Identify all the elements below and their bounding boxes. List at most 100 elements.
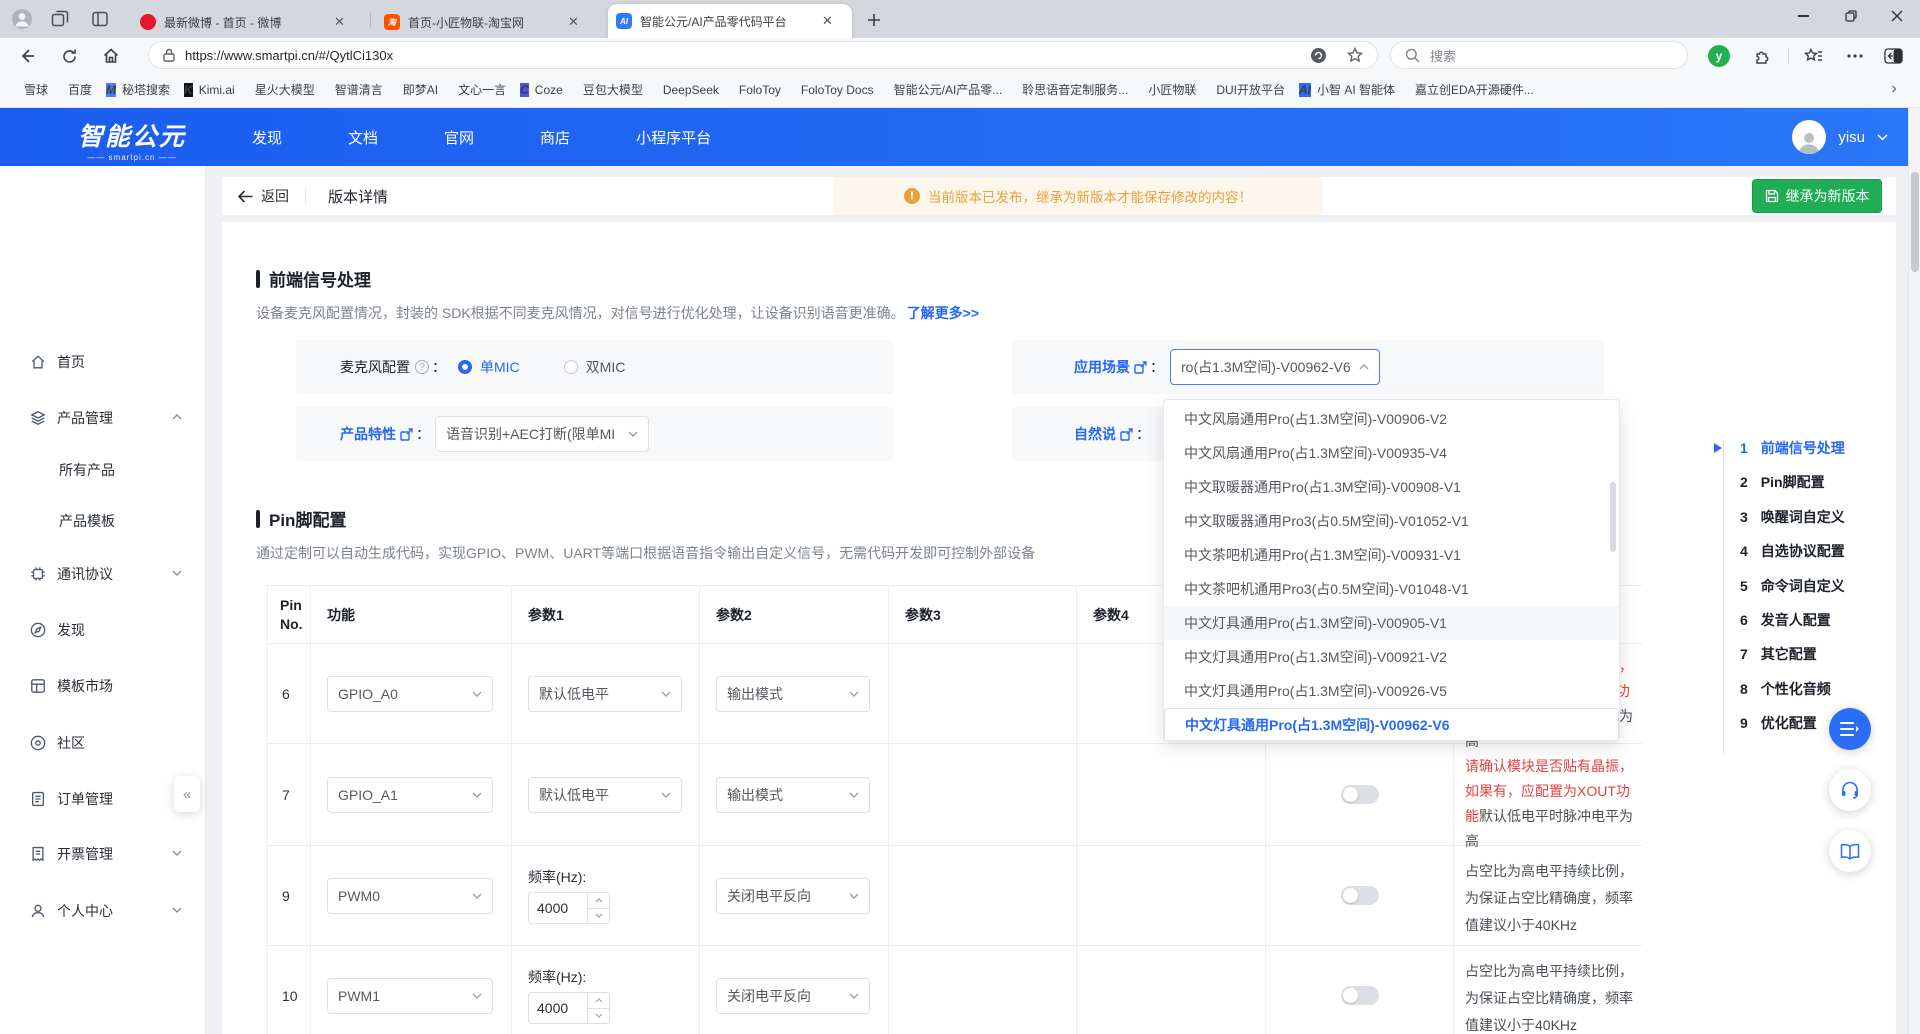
anchor-item-wakeword[interactable]: 3唤醒词自定义 (1740, 507, 1845, 527)
sidebar-item-community[interactable]: 社区 (0, 731, 206, 755)
bookmark-item[interactable]: 豆包大模型 (577, 81, 643, 98)
sidebar-item-protocols[interactable]: 通讯协议 (0, 562, 206, 586)
sidebar-item-product-mgmt[interactable]: 产品管理 (0, 406, 206, 430)
inherit-new-version-button[interactable]: 继承为新版本 (1752, 179, 1882, 213)
bookmark-item[interactable]: 雪球 (18, 81, 48, 98)
url-text[interactable]: https://www.smartpi.cn/#/QytlCi130x (185, 48, 1310, 63)
bookmark-item[interactable]: 嘉立创EDA开源硬件... (1409, 81, 1534, 98)
feature-label[interactable]: 产品特性 (340, 424, 396, 444)
anchor-item-voice[interactable]: 6发音人配置 (1740, 610, 1831, 630)
param2-select[interactable]: 输出模式 (716, 777, 870, 813)
bookmark-item[interactable]: 文心一言 (452, 81, 506, 98)
param1-select[interactable]: 默认低电平 (528, 676, 682, 712)
func-select[interactable]: PWM0 (327, 878, 493, 914)
sidebar-item-account[interactable]: 个人中心 (0, 899, 206, 923)
radio-dual-mic[interactable] (564, 360, 578, 374)
bookmark-item[interactable]: CCoze (520, 83, 563, 97)
scrollbar-thumb[interactable] (1911, 172, 1919, 272)
param2-select[interactable]: 关闭电平反向 (716, 978, 870, 1014)
bookmark-item[interactable]: KKimi.ai (184, 83, 235, 97)
tab-close-icon[interactable]: ✕ (334, 14, 345, 30)
natural-speech-label[interactable]: 自然说 (1074, 424, 1116, 444)
func-select[interactable]: GPIO_A1 (327, 777, 493, 813)
bookmarks-overflow-icon[interactable]: › (1882, 74, 1906, 104)
radio-single-mic[interactable] (458, 360, 472, 374)
bookmark-item[interactable]: 小匠物联 (1142, 81, 1196, 98)
nav-item-website[interactable]: 官网 (444, 127, 474, 148)
step-down-icon[interactable] (588, 1009, 609, 1024)
scene-label[interactable]: 应用场景 (1074, 357, 1130, 377)
tab-close-icon[interactable]: ✕ (822, 13, 833, 29)
home-icon[interactable] (98, 43, 124, 69)
step-up-icon[interactable] (588, 993, 609, 1009)
docs-fab-button[interactable] (1829, 830, 1871, 872)
bookmark-item[interactable]: 星火大模型 (249, 81, 315, 98)
window-close-button[interactable] (1874, 0, 1920, 32)
browser-tab-taobao[interactable]: 淘 首页-小匠物联-淘宝网 ✕ (376, 6, 602, 38)
anchor-item-audio[interactable]: 8个性化音频 (1740, 679, 1831, 699)
sidebar-item-product-templates[interactable]: 产品模板 (0, 509, 206, 533)
window-minimize-button[interactable] (1780, 0, 1826, 32)
copilot-sidebar-icon[interactable] (1880, 43, 1906, 69)
browser-profile-icon[interactable] (10, 7, 34, 31)
learn-more-link[interactable]: 了解更多>> (907, 305, 979, 321)
sidebar-item-discover[interactable]: 发现 (0, 618, 206, 642)
dropdown-option[interactable]: 中文茶吧机通用Pro3(占0.5M空间)-V01048-V1 (1164, 572, 1619, 606)
sidebar-item-template-market[interactable]: 模板市场 (0, 674, 206, 698)
scene-select[interactable]: ro(占1.3M空间)-V00962-V6 (1170, 349, 1380, 385)
step-up-icon[interactable] (588, 893, 609, 909)
bookmark-item[interactable]: 智谱清言 (329, 81, 383, 98)
bookmark-item[interactable]: M秘塔搜索 (106, 81, 170, 98)
feature-select[interactable]: 语音识别+AEC打断(限单MI (435, 416, 649, 452)
window-restore-button[interactable] (1828, 0, 1874, 32)
func-select[interactable]: PWM1 (327, 978, 493, 1014)
freq-input[interactable]: 4000 (528, 992, 610, 1024)
sidebar-collapse-button[interactable]: « (174, 776, 200, 812)
anchor-item-protocol[interactable]: 4自选协议配置 (1740, 541, 1845, 561)
sidebar-item-invoices[interactable]: 开票管理 (0, 842, 206, 866)
freq-input[interactable]: 4000 (528, 892, 610, 924)
bookmark-item[interactable]: 聆思语音定制服务... (1016, 81, 1128, 98)
anchor-item-signal[interactable]: 1前端信号处理 (1740, 438, 1845, 458)
freq-stepper[interactable] (587, 893, 609, 923)
support-fab-button[interactable] (1829, 769, 1871, 811)
outline-fab-button[interactable] (1829, 708, 1871, 750)
bookmark-item[interactable]: FoloToy Docs (795, 83, 874, 97)
func-select[interactable]: GPIO_A0 (327, 676, 493, 712)
dropdown-scrollbar[interactable] (1610, 482, 1616, 552)
read-aloud-icon[interactable] (1310, 47, 1327, 64)
nav-item-docs[interactable]: 文档 (348, 127, 378, 148)
param2-select[interactable]: 关闭电平反向 (716, 878, 870, 914)
external-link-icon[interactable] (1120, 428, 1133, 441)
back-icon[interactable] (14, 43, 40, 69)
address-bar[interactable]: https://www.smartpi.cn/#/QytlCi130x (148, 41, 1378, 69)
bookmark-item[interactable]: DUI开放平台 (1210, 81, 1285, 98)
step-down-icon[interactable] (588, 909, 609, 924)
nav-item-miniprogram[interactable]: 小程序平台 (636, 127, 711, 148)
dropdown-option[interactable]: 中文风扇通用Pro(占1.3M空间)-V00935-V4 (1164, 436, 1619, 470)
param2-select[interactable]: 输出模式 (716, 676, 870, 712)
bookmark-item[interactable]: 智能公元/AI产品零... (888, 81, 1003, 98)
dropdown-option[interactable]: 中文灯具通用Pro(占1.3M空间)-V00921-V2 (1164, 640, 1619, 674)
more-menu-icon[interactable] (1842, 43, 1868, 69)
lock-icon[interactable] (163, 48, 175, 62)
tab-close-icon[interactable]: ✕ (568, 14, 579, 30)
dropdown-option[interactable]: 中文取暖器通用Pro3(占0.5M空间)-V01052-V1 (1164, 504, 1619, 538)
pin-toggle[interactable] (1341, 785, 1379, 804)
external-link-icon[interactable] (400, 428, 413, 441)
favorite-star-icon[interactable] (1347, 47, 1363, 63)
dropdown-option-selected[interactable]: 中文灯具通用Pro(占1.3M空间)-V00962-V6 (1164, 708, 1619, 741)
anchor-item-commands[interactable]: 5命令词自定义 (1740, 576, 1845, 596)
nav-item-store[interactable]: 商店 (540, 127, 570, 148)
page-scrollbar[interactable] (1908, 108, 1920, 1034)
user-menu[interactable]: yisu (1792, 108, 1888, 166)
browser-tab-smartpi-active[interactable]: AI 智能公元/AI产品零代码平台 ✕ (608, 4, 852, 38)
pin-toggle[interactable] (1341, 986, 1379, 1005)
bookmark-item[interactable]: DeepSeek (657, 83, 719, 97)
dropdown-option-hovered[interactable]: 中文灯具通用Pro(占1.3M空间)-V00905-V1 (1164, 606, 1619, 640)
anchor-item-optimize[interactable]: 9优化配置 (1740, 713, 1817, 733)
tab-actions-icon[interactable] (88, 7, 112, 31)
sidebar-item-all-products[interactable]: 所有产品 (0, 458, 206, 482)
extensions-puzzle-icon[interactable] (1750, 43, 1776, 69)
new-tab-icon[interactable] (862, 8, 886, 32)
